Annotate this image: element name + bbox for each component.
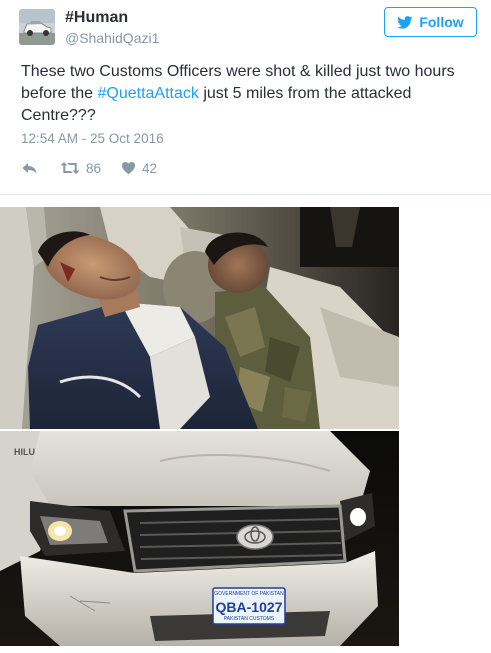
avatar-car-image bbox=[19, 9, 55, 45]
plate-header: GOVERNMENT OF PAKISTAN bbox=[214, 591, 284, 597]
vehicle-photo-image: HILUX GOVERNMENT OF PAKISTAN QBA-1027 PA… bbox=[0, 431, 399, 646]
retweet-button[interactable]: 86 bbox=[60, 161, 101, 176]
tweet-actions: 86 42 bbox=[21, 158, 157, 178]
officers-photo-image bbox=[0, 207, 399, 429]
reply-icon bbox=[21, 161, 38, 175]
plate-footer: PAKISTAN CUSTOMS bbox=[224, 616, 275, 622]
tweet-photo-vehicle[interactable]: HILUX GOVERNMENT OF PAKISTAN QBA-1027 PA… bbox=[0, 431, 399, 646]
plate-number: QBA-1027 bbox=[216, 599, 283, 615]
hashtag-link[interactable]: #QuettaAttack bbox=[98, 85, 199, 102]
like-button[interactable]: 42 bbox=[121, 161, 157, 176]
tweet-photo-officers[interactable] bbox=[0, 207, 399, 429]
tweet-card: #Human @ShahidQazi1 Follow These two Cus… bbox=[0, 0, 491, 195]
retweet-icon bbox=[60, 161, 80, 175]
tweet-timestamp[interactable]: 12:54 AM - 25 Oct 2016 bbox=[21, 131, 164, 146]
display-name[interactable]: #Human bbox=[65, 9, 128, 27]
license-plate: GOVERNMENT OF PAKISTAN QBA-1027 PAKISTAN… bbox=[212, 587, 286, 625]
follow-label: Follow bbox=[419, 14, 464, 30]
reply-button[interactable] bbox=[21, 161, 38, 175]
like-count: 42 bbox=[142, 160, 158, 176]
follow-button[interactable]: Follow bbox=[384, 7, 477, 37]
heart-icon bbox=[121, 161, 136, 175]
tweet-text: These two Customs Officers were shot & k… bbox=[21, 61, 471, 127]
user-handle[interactable]: @ShahidQazi1 bbox=[65, 30, 159, 46]
avatar[interactable] bbox=[19, 9, 55, 45]
twitter-bird-icon bbox=[397, 15, 413, 29]
retweet-count: 86 bbox=[86, 160, 102, 176]
